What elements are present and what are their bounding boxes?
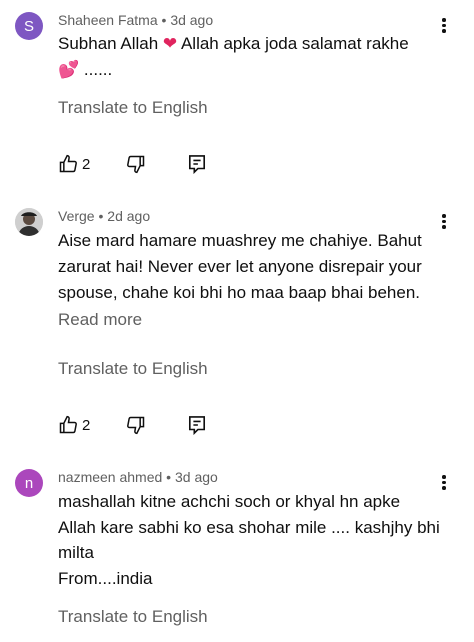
avatar-letter: S (23, 17, 34, 35)
reply-icon (188, 416, 206, 435)
comment-text-line-3: spouse, chahe koi bhi ho maa baap bhai b… (58, 283, 420, 302)
like-button[interactable]: 2 (58, 154, 90, 174)
reply-icon (188, 155, 206, 174)
read-more-button[interactable]: Read more (58, 310, 142, 330)
comment-text-line-1: Aise mard hamare muashrey me chahiye. Ba… (58, 231, 422, 250)
thumbs-up-icon (59, 415, 77, 434)
comment-header: Verge • 2d ago (58, 208, 150, 224)
comment-header: Shaheen Fatma • 3d ago (58, 12, 213, 28)
author-name[interactable]: Shaheen Fatma (58, 12, 158, 28)
reply-button[interactable] (188, 154, 206, 174)
thumbs-up-icon (59, 154, 77, 173)
two-hearts-emoji: 💕 (58, 60, 80, 79)
like-button[interactable]: 2 (58, 415, 90, 435)
comment-text-line-2: 💕 ...... (58, 60, 113, 79)
separator: • (157, 12, 171, 28)
separator: • (94, 208, 108, 224)
avatar[interactable]: n (15, 469, 43, 497)
more-options-icon[interactable] (436, 473, 452, 493)
thumbs-down-icon (127, 416, 145, 435)
heart-emoji: ❤ (162, 34, 178, 53)
dislike-button[interactable] (126, 154, 146, 174)
comment-text-line-1: mashallah kitne achchi soch or khyal hn … (58, 492, 401, 511)
author-name[interactable]: Verge (58, 208, 95, 224)
comment-text-line-2: Allah kare sabhi ko esa shohar mile ....… (58, 518, 440, 537)
timestamp: 2d ago (107, 208, 151, 224)
comment-text-line-4: From....india (58, 569, 153, 588)
comment-header: nazmeen ahmed • 3d ago (58, 469, 218, 485)
avatar[interactable] (15, 208, 43, 236)
like-count: 2 (82, 416, 91, 434)
avatar[interactable]: S (15, 12, 43, 40)
like-count: 2 (82, 155, 91, 173)
timestamp: 3d ago (170, 12, 214, 28)
translate-button[interactable]: Translate to English (58, 359, 208, 379)
dislike-button[interactable] (126, 415, 146, 435)
comment-text-line-3: milta (58, 543, 94, 562)
author-name[interactable]: nazmeen ahmed (58, 469, 162, 485)
timestamp: 3d ago (174, 469, 218, 485)
translate-button[interactable]: Translate to English (58, 98, 208, 118)
thumbs-down-icon (127, 155, 145, 174)
reply-button[interactable] (188, 415, 206, 435)
comment-text: Subhan Allah ❤ Allah apka joda salamat r… (58, 34, 409, 53)
avatar-photo-icon (15, 208, 43, 236)
comment-text-line-2: zarurat hai! Never ever let anyone disre… (58, 257, 422, 276)
more-options-icon[interactable] (436, 16, 452, 36)
more-options-icon[interactable] (436, 212, 452, 232)
avatar-letter: n (24, 474, 34, 492)
separator: • (162, 469, 175, 485)
translate-button[interactable]: Translate to English (58, 607, 208, 627)
